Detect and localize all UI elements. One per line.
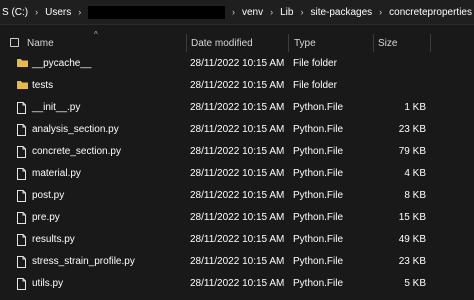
file-icon <box>17 256 26 271</box>
column-divider[interactable] <box>186 34 187 52</box>
file-type: Python.File <box>293 212 344 223</box>
file-type: Python.File <box>293 190 344 201</box>
file-type: Python.File <box>293 278 344 289</box>
file-row[interactable]: analysis_section.py 28/11/2022 10:15 AM Py… <box>0 120 474 142</box>
file-size: 23 KB <box>398 256 426 267</box>
column-divider[interactable] <box>373 34 374 52</box>
file-row[interactable]: tests 28/11/2022 10:15 AM File folder <box>0 76 474 98</box>
file-icon <box>17 278 26 293</box>
file-name: stress_strain_profile.py <box>32 256 135 267</box>
file-name: tests <box>32 80 54 91</box>
redacted-username <box>88 5 225 19</box>
file-name: __pycache__ <box>32 58 92 69</box>
column-divider[interactable] <box>288 34 289 52</box>
column-header-row: Name Date modified Type Size <box>0 30 474 54</box>
file-row[interactable]: concrete_section.py 28/11/2022 10:15 AM Py… <box>0 142 474 164</box>
file-date-modified: 28/11/2022 10:15 AM <box>190 80 285 91</box>
file-date-modified: 28/11/2022 10:15 AM <box>190 256 285 267</box>
file-row[interactable]: post.py 28/11/2022 10:15 AM Python.File 8 K… <box>0 186 474 208</box>
file-name: material.py <box>32 168 81 179</box>
file-type: Python.File <box>293 102 344 113</box>
file-icon <box>17 168 26 183</box>
select-all-checkbox[interactable] <box>10 38 19 47</box>
file-size: 23 KB <box>398 124 426 135</box>
file-date-modified: 28/11/2022 10:15 AM <box>190 124 285 135</box>
file-type: Python.File <box>293 124 344 135</box>
file-icon <box>17 146 26 161</box>
file-icon <box>17 234 26 249</box>
chevron-right-icon: › <box>300 7 304 17</box>
column-header-type[interactable]: Type <box>294 38 316 49</box>
column-divider[interactable] <box>430 34 431 52</box>
breadcrumb-venv[interactable]: venv <box>240 7 265 18</box>
file-type: File folder <box>293 58 337 69</box>
file-icon <box>17 212 26 227</box>
file-type: Python.File <box>293 234 344 245</box>
folder-icon <box>17 58 28 71</box>
file-icon <box>17 124 26 139</box>
chevron-right-icon: › <box>35 7 39 17</box>
column-header-name[interactable]: Name <box>27 38 54 49</box>
chevron-right-icon: › <box>379 7 383 17</box>
file-size: 15 KB <box>398 212 426 223</box>
file-date-modified: 28/11/2022 10:15 AM <box>190 190 285 201</box>
file-name: __init__.py <box>32 102 81 113</box>
file-size: 5 KB <box>404 278 426 289</box>
file-name: post.py <box>32 190 65 201</box>
file-row[interactable]: utils.py 28/11/2022 10:15 AM Python.File 5 … <box>0 274 474 296</box>
file-type: File folder <box>293 80 337 91</box>
chevron-right-icon: › <box>231 7 235 17</box>
file-icon <box>17 190 26 205</box>
breadcrumb-users[interactable]: Users <box>43 7 73 18</box>
file-size: 79 KB <box>398 146 426 157</box>
file-icon <box>17 102 26 117</box>
file-size: 49 KB <box>398 234 426 245</box>
file-date-modified: 28/11/2022 10:15 AM <box>190 58 285 69</box>
file-size: 8 KB <box>404 190 426 201</box>
chevron-right-icon: › <box>78 7 82 17</box>
column-header-size[interactable]: Size <box>378 38 397 49</box>
file-row[interactable]: material.py 28/11/2022 10:15 AM Python.Fil… <box>0 164 474 186</box>
file-date-modified: 28/11/2022 10:15 AM <box>190 234 285 245</box>
folder-icon <box>17 80 28 93</box>
file-size: 4 KB <box>404 168 426 179</box>
file-name: utils.py <box>32 278 64 289</box>
file-name: results.py <box>32 234 75 245</box>
file-name: pre.py <box>32 212 60 223</box>
column-header-date-modified[interactable]: Date modified <box>191 38 253 49</box>
file-name: analysis_section.py <box>32 124 119 135</box>
file-date-modified: 28/11/2022 10:15 AM <box>190 146 285 157</box>
breadcrumb-lib[interactable]: Lib <box>278 7 295 18</box>
file-type: Python.File <box>293 146 344 157</box>
file-row[interactable]: results.py 28/11/2022 10:15 AM Python.File… <box>0 230 474 252</box>
breadcrumb-site-packages[interactable]: site-packages <box>308 7 374 18</box>
file-type: Python.File <box>293 256 344 267</box>
file-date-modified: 28/11/2022 10:15 AM <box>190 168 285 179</box>
breadcrumb-drive[interactable]: S (C:) <box>0 7 30 18</box>
file-type: Python.File <box>293 168 344 179</box>
file-row[interactable]: stress_strain_profile.py 28/11/2022 10:15… <box>0 252 474 274</box>
chevron-right-icon: › <box>270 7 274 17</box>
file-name: concrete_section.py <box>32 146 121 157</box>
file-date-modified: 28/11/2022 10:15 AM <box>190 102 285 113</box>
file-row[interactable]: pre.py 28/11/2022 10:15 AM Python.File 15 K… <box>0 208 474 230</box>
file-row[interactable]: __pycache__ 28/11/2022 10:15 AM File folde… <box>0 54 474 76</box>
file-size: 1 KB <box>404 102 426 113</box>
file-date-modified: 28/11/2022 10:15 AM <box>190 278 285 289</box>
file-date-modified: 28/11/2022 10:15 AM <box>190 212 285 223</box>
breadcrumb-concreteproperties[interactable]: concreteproperties <box>387 7 474 18</box>
file-row[interactable]: __init__.py 28/11/2022 10:15 AM Python.Fil… <box>0 98 474 120</box>
breadcrumb: S (C:) › Users › › venv › Lib › site-pac… <box>0 0 474 25</box>
